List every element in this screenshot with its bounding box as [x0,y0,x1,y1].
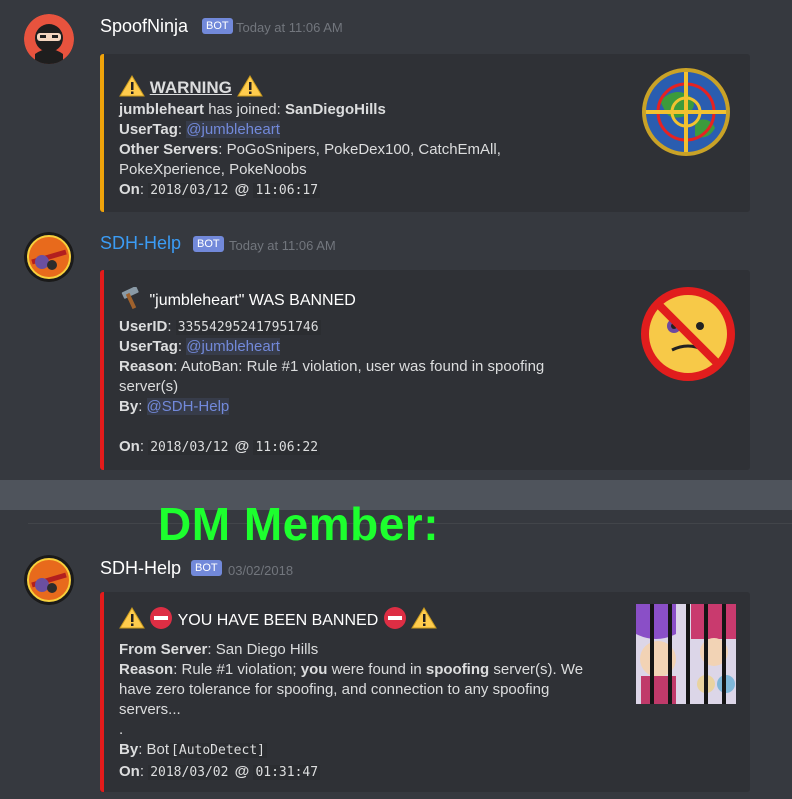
joined-text: has joined: [208,101,281,118]
dm-member-heading: DM Member: [158,498,440,550]
on-at: @ [234,181,250,198]
usertag-label: UserTag [119,121,178,138]
by-label: By [119,398,139,415]
dot-line: . [119,721,124,738]
sdh-avatar-icon [24,232,74,282]
by-code: [AutoDetect] [169,743,267,758]
from-server-line: From Server: San Diego Hills [119,641,319,658]
userid-line: UserID: 335542952417951746 [119,318,321,335]
jailed-characters-icon [636,604,736,704]
username[interactable]: SDH-Help [100,233,181,254]
joined-line: jumbleheart has joined: SanDiegoHills [119,100,386,120]
warning-icon [119,607,145,635]
on-date: 2018/03/02 [148,765,231,780]
on-time: 01:31:47 [253,765,321,780]
on-line: On: 2018/03/02 @ 01:31:47 [119,763,321,780]
hammer-icon [119,286,145,315]
usertag-label: UserTag [119,338,178,355]
reason-line: Reason: Rule #1 violation; you were foun… [119,661,584,678]
avatar-spoofninja[interactable] [24,14,74,64]
reason-value: AutoBan: Rule #1 violation, user was fou… [180,358,545,375]
by-line: By: Bot [AutoDetect] [119,741,267,758]
warning-icon [411,607,438,635]
embed-banned: "jumbleheart" WAS BANNED UserID: 3355429… [100,270,750,470]
reason-line: Reason: AutoBan: Rule #1 violation, user… [119,358,545,375]
timestamp: 03/02/2018 [228,563,294,578]
username[interactable]: SDH-Help [100,558,181,579]
embed-accent-bar [100,592,104,792]
on-date: 2018/03/12 [148,183,231,198]
banned-face-icon [641,287,735,381]
joined-server: SanDiegoHills [284,101,386,118]
by-mention[interactable]: @SDH-Help [146,398,230,415]
usertag-line: UserTag: @jumbleheart [119,338,280,355]
on-time: 11:06:22 [253,440,321,455]
embed-title-row: WARNING [119,75,263,102]
userid-label: UserID [119,318,168,335]
on-at: @ [234,763,250,780]
reason-label: Reason [119,661,174,678]
bot-tag: BOT [191,560,222,576]
on-at: @ [234,438,250,455]
no-entry-icon [149,606,173,636]
warning-icon [236,75,263,102]
embed-title-row: YOU HAVE BEEN BANNED [119,606,438,636]
on-date: 2018/03/12 [148,440,231,455]
embed-title: YOU HAVE BEEN BANNED [177,612,379,630]
reason-part: Rule #1 violation; [181,661,297,678]
on-time: 11:06:17 [253,183,321,198]
reason-label: Reason [119,358,174,375]
reason-part: were found in [331,661,422,678]
joined-user: jumbleheart [119,101,205,118]
thumbnail[interactable] [636,604,736,704]
on-line: On: 2018/03/12 @ 11:06:17 [119,181,321,198]
other-servers-label: Other Servers [119,141,219,158]
embed-title-row: "jumbleheart" WAS BANNED [119,286,356,315]
embed-title: "jumbleheart" WAS BANNED [149,292,356,310]
bot-tag: BOT [193,236,224,252]
other-servers-value: PoGoSnipers, PokeDex100, CatchEmAll, [226,141,501,158]
reason-emphasis: spoofing [425,661,490,678]
embed-accent-bar [100,54,104,212]
by-label: By [119,741,139,758]
on-label: On [119,763,140,780]
username[interactable]: SpoofNinja [100,16,188,37]
crosshair-globe-icon [642,68,730,156]
other-servers-line: Other Servers: PoGoSnipers, PokeDex100, … [119,141,501,158]
embed-warning: WARNING jumbleheart has joined: SanDiego… [100,54,750,212]
other-servers-line-2: PokeXperience, PokeNoobs [119,161,307,178]
by-value: Bot [146,741,170,758]
from-server-label: From Server [119,641,208,658]
timestamp: Today at 11:06 AM [229,238,336,253]
sdh-avatar-icon [24,555,74,605]
avatar-sdh-help[interactable] [24,232,74,282]
thumbnail[interactable] [640,66,732,158]
by-line: By: @SDH-Help [119,398,230,415]
on-label: On [119,438,140,455]
reason-emphasis: you [300,661,328,678]
reason-line-2: server(s) [119,378,179,395]
embed-accent-bar [100,270,104,470]
by-code-text: AutoDetect [178,743,258,758]
on-label: On [119,181,140,198]
on-line: On: 2018/03/12 @ 11:06:22 [119,438,321,455]
warning-icon [119,75,145,102]
ninja-avatar-icon [24,14,74,64]
usertag-mention[interactable]: @jumbleheart [186,338,280,355]
usertag-line: UserTag: @jumbleheart [119,121,280,138]
userid-value: 335542952417951746 [175,320,321,335]
from-server-value: San Diego Hills [215,641,319,658]
reason-line-3: servers... [119,701,181,718]
thumbnail[interactable] [640,286,736,382]
embed-dm-banned: YOU HAVE BEEN BANNED From Server: San Di… [100,592,750,792]
bot-tag: BOT [202,18,233,34]
embed-title: WARNING [149,77,232,97]
avatar-sdh-help[interactable] [24,555,74,605]
usertag-mention[interactable]: @jumbleheart [186,121,280,138]
no-entry-icon [383,606,407,636]
reason-part: server(s). We [493,661,584,678]
timestamp: Today at 11:06 AM [236,20,343,35]
reason-line-2: have zero tolerance for spoofing, and co… [119,681,550,698]
